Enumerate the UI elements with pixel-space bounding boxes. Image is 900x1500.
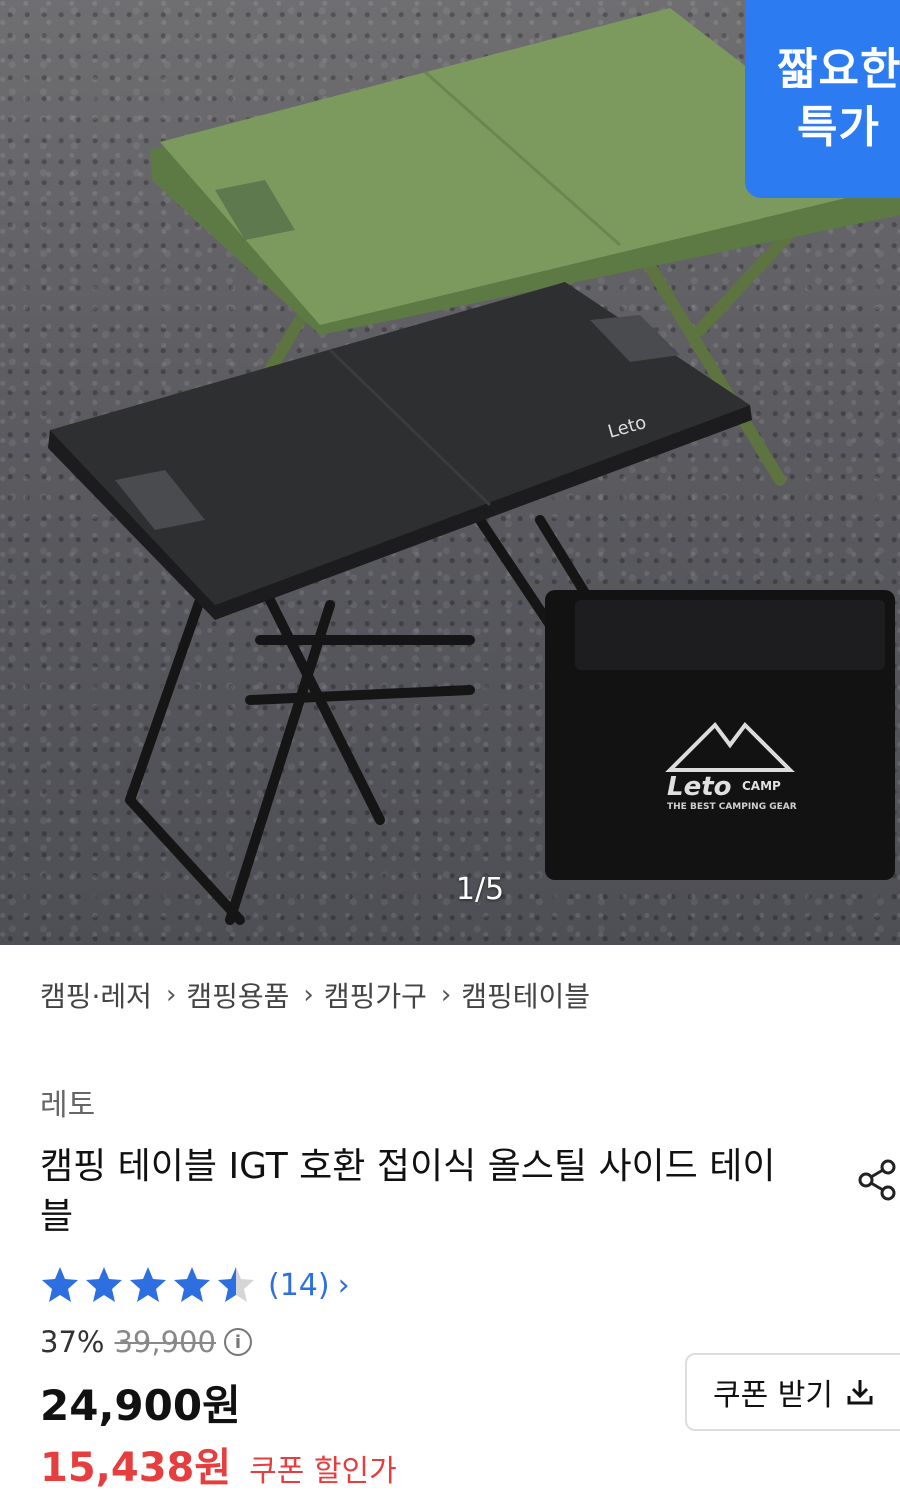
chevron-right-icon: › <box>440 980 452 1010</box>
star-icon <box>130 1267 166 1302</box>
chevron-right-icon: › <box>165 980 177 1010</box>
bag-brand-camp: CAMP <box>742 779 781 793</box>
star-rating <box>40 1265 256 1305</box>
chevron-right-icon: › <box>303 980 314 1010</box>
review-count[interactable]: (14) <box>268 1268 330 1303</box>
coupon-price: 15,438원 <box>40 1445 232 1491</box>
star-icon <box>42 1267 78 1302</box>
special-deal-badge[interactable]: 짧요한 특가 <box>745 0 900 198</box>
bag-brand-print: Leto <box>667 772 732 802</box>
coupon-price-row: 15,438원 쿠폰 할인가 <box>40 1435 397 1493</box>
breadcrumb-item[interactable]: 캠핑가구 <box>324 975 427 1015</box>
breadcrumb: 캠핑·레저 › 캠핑용품 › 캠핑가구 › 캠핑테이블 <box>40 975 590 1015</box>
product-image-gallery[interactable]: Leto Leto CAMP THE BEST CAMPING GEAR 짧요한… <box>0 0 900 945</box>
image-page-indicator: 1/5 <box>455 872 505 907</box>
bag-tagline: THE BEST CAMPING GEAR <box>667 802 797 812</box>
share-icon[interactable] <box>856 1158 900 1202</box>
discount-row: 37% 39,900 i <box>40 1325 252 1359</box>
chevron-right-icon: › <box>337 1267 350 1303</box>
brand-name[interactable]: 레토 <box>40 1080 95 1124</box>
breadcrumb-item[interactable]: 캠핑·레저 <box>40 975 152 1015</box>
deal-badge-line1: 짧요한 <box>777 44 900 95</box>
deal-badge-line2: 특가 <box>797 102 880 153</box>
original-price: 39,900 <box>114 1325 216 1359</box>
info-icon[interactable]: i <box>223 1328 252 1356</box>
coupon-button-label: 쿠폰 받기 <box>713 1378 833 1413</box>
download-icon <box>847 1380 873 1405</box>
star-icon <box>218 1267 254 1302</box>
breadcrumb-item[interactable]: 캠핑테이블 <box>461 975 590 1015</box>
discount-rate: 37% <box>40 1325 105 1359</box>
sale-price: 24,900원 <box>40 1381 241 1430</box>
breadcrumb-item[interactable]: 캠핑용품 <box>186 975 289 1015</box>
rating-row[interactable]: (14) › <box>40 1262 350 1308</box>
star-icon <box>86 1267 122 1302</box>
get-coupon-button[interactable]: 쿠폰 받기 <box>685 1353 900 1431</box>
star-icon <box>174 1267 210 1302</box>
coupon-price-label: 쿠폰 할인가 <box>249 1454 397 1489</box>
product-title: 캠핑 테이블 IGT 호환 접이식 올스틸 사이드 테이블 <box>40 1146 776 1237</box>
